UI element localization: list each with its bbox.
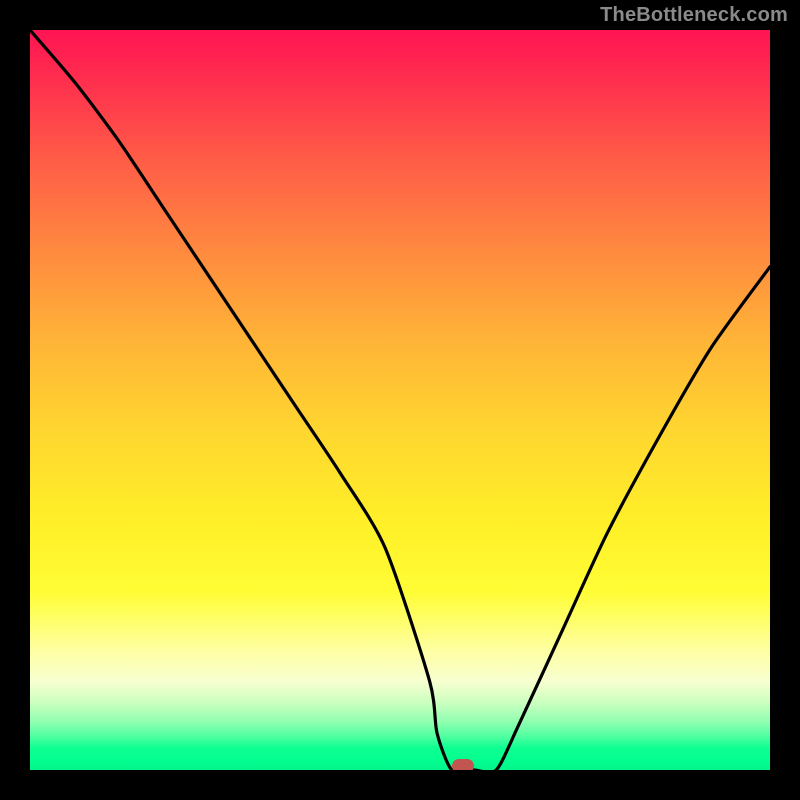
bottleneck-curve [30, 30, 770, 770]
chart-frame: TheBottleneck.com [0, 0, 800, 800]
plot-area [30, 30, 770, 770]
attribution-label: TheBottleneck.com [600, 4, 788, 27]
optimal-point-marker [452, 759, 474, 770]
